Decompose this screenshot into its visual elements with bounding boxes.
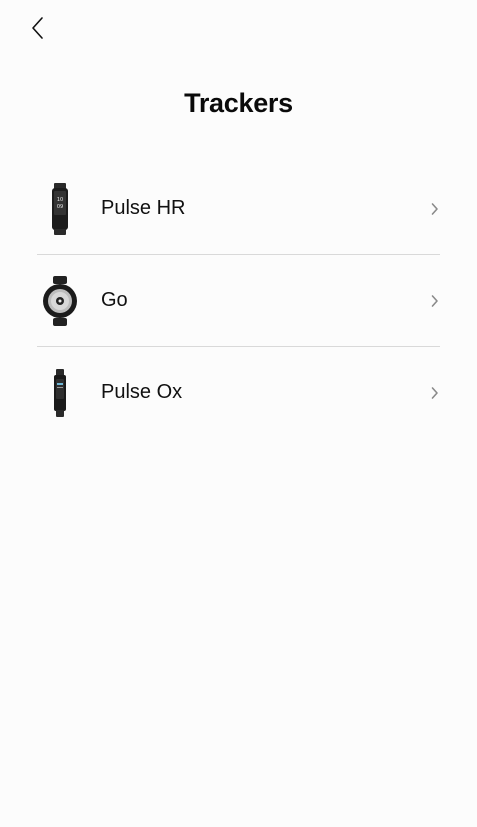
chevron-right-icon (430, 294, 440, 308)
tracker-list: 10 09 Pulse HR Go Pulse Ox (37, 163, 440, 438)
tracker-label: Pulse Ox (101, 381, 183, 403)
tracker-label: Go (101, 289, 128, 311)
chevron-left-icon (32, 17, 43, 39)
tracker-row-pulse-ox[interactable]: Pulse Ox (37, 347, 440, 438)
svg-text:09: 09 (57, 204, 63, 210)
chevron-right-icon (430, 202, 440, 216)
tracker-label: Pulse HR (101, 197, 186, 219)
wristband-tracker-icon: 10 09 (37, 179, 83, 239)
page-title: Trackers (184, 88, 293, 118)
round-tracker-icon (37, 271, 83, 331)
back-button[interactable] (22, 10, 54, 46)
tracker-row-pulse-hr[interactable]: 10 09 Pulse HR (37, 163, 440, 255)
chevron-right-icon (430, 386, 440, 400)
svg-text:10: 10 (57, 197, 63, 203)
slim-band-tracker-icon (37, 363, 83, 423)
tracker-row-go[interactable]: Go (37, 255, 440, 347)
